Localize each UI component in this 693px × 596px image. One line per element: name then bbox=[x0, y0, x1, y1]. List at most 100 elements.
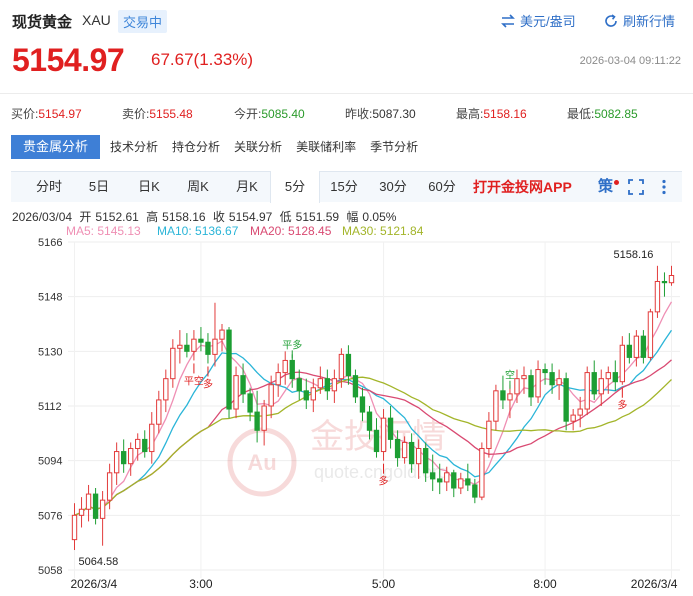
ohlc-info: 2026/03/04 开 5152.61 高 5158.16 收 5154.97 低5… bbox=[12, 208, 400, 225]
candle bbox=[591, 360, 597, 400]
candle bbox=[324, 369, 331, 400]
open-app-link[interactable]: 打开金投网APP bbox=[473, 172, 572, 202]
candle bbox=[282, 351, 288, 385]
candle bbox=[451, 469, 457, 498]
notification-dot bbox=[614, 180, 619, 185]
candle bbox=[184, 333, 190, 358]
candle bbox=[507, 384, 513, 419]
candle bbox=[465, 463, 471, 492]
instrument-title: 现货黄金 bbox=[12, 14, 73, 31]
candle bbox=[331, 369, 338, 403]
period-tab-15min[interactable]: 15分 bbox=[326, 172, 362, 202]
tab-seasonal[interactable]: 季节分析 bbox=[363, 135, 425, 159]
signal-label: 空 bbox=[505, 369, 515, 382]
refresh-icon bbox=[605, 13, 617, 27]
candle bbox=[85, 484, 92, 522]
high-price-label: 5158.16 bbox=[614, 249, 654, 261]
candle bbox=[71, 503, 78, 551]
candle bbox=[563, 372, 569, 431]
candle bbox=[528, 369, 534, 406]
fullscreen-icon[interactable] bbox=[628, 172, 644, 202]
y-axis: 5166 5148 5130 5112 5094 5076 5058 bbox=[38, 237, 62, 577]
quote-bid: 买价:5154.97 bbox=[11, 107, 82, 121]
divider bbox=[0, 93, 693, 94]
candle bbox=[514, 369, 520, 403]
period-tab-daily[interactable]: 日K bbox=[128, 172, 170, 202]
period-tab-5min[interactable]: 5分 bbox=[270, 171, 320, 203]
candle bbox=[261, 399, 267, 446]
open-label: 开 bbox=[79, 210, 92, 224]
candle bbox=[535, 360, 541, 403]
y-tick-label: 5094 bbox=[38, 456, 62, 468]
svg-text:Au: Au bbox=[247, 450, 276, 475]
x-tick-label: 2026/3/4 bbox=[71, 577, 118, 591]
quote-ask: 卖价:5155.48 bbox=[122, 107, 193, 121]
x-tick-label: 2026/3/4 bbox=[631, 577, 678, 591]
period-tabs: 分时 5日 日K 周K 月K 5分 15分 30分 60分 打开金投网APP 策 bbox=[11, 171, 682, 203]
y-tick-label: 5166 bbox=[38, 237, 62, 249]
y-tick-label: 5076 bbox=[38, 510, 62, 522]
candle bbox=[170, 339, 176, 388]
y-tick-label: 5058 bbox=[38, 565, 62, 577]
candle bbox=[626, 333, 633, 364]
candle bbox=[458, 472, 464, 495]
instrument-code: XAU bbox=[82, 12, 111, 28]
currency-unit-button[interactable]: 美元/盎司 bbox=[500, 11, 576, 30]
period-tab-monthly[interactable]: 月K bbox=[226, 172, 268, 202]
candle bbox=[205, 333, 211, 364]
quote-open: 今开:5085.40 bbox=[234, 107, 305, 121]
swap-icon bbox=[501, 13, 515, 28]
x-tick-label: 8:00 bbox=[533, 577, 557, 591]
candle bbox=[226, 327, 232, 419]
period-tab-weekly[interactable]: 周K bbox=[177, 172, 219, 202]
candle bbox=[149, 412, 155, 464]
last-price: 5154.97 bbox=[12, 42, 125, 78]
trading-status-badge: 交易中 bbox=[118, 10, 168, 33]
high-value: 5158.16 bbox=[162, 210, 206, 224]
analysis-tabs: 贵金属分析 技术分析 持仓分析 关联分析 美联储利率 季节分析 bbox=[11, 135, 425, 159]
candle bbox=[352, 369, 359, 403]
strategy-icon[interactable]: 策 bbox=[598, 172, 619, 202]
candle bbox=[303, 378, 309, 410]
period-tab-30min[interactable]: 30分 bbox=[375, 172, 411, 202]
refresh-label: 刷新行情 bbox=[623, 14, 676, 29]
candle bbox=[120, 439, 127, 473]
candle bbox=[113, 442, 120, 485]
signal-label: 平多 bbox=[282, 338, 302, 351]
candle bbox=[78, 497, 85, 528]
refresh-button[interactable]: 刷新行情 bbox=[603, 11, 675, 30]
tab-correlation[interactable]: 关联分析 bbox=[227, 135, 289, 159]
quote-prev-close: 昨收:5087.30 bbox=[345, 107, 416, 121]
low-price-label: 5064.58 bbox=[79, 556, 119, 568]
signal-label: 多 bbox=[203, 377, 213, 390]
x-tick-label: 5:00 bbox=[372, 577, 396, 591]
period-tab-intraday[interactable]: 分时 bbox=[28, 172, 70, 202]
tab-technical[interactable]: 技术分析 bbox=[103, 135, 165, 159]
candle bbox=[99, 491, 106, 546]
header: 现货黄金 XAU 交易中 美元/盎司 刷新行情 bbox=[0, 0, 693, 38]
signal-label: 多 bbox=[379, 475, 389, 488]
candle bbox=[219, 324, 225, 352]
amplitude-label: 幅 bbox=[346, 210, 359, 224]
tab-positions[interactable]: 持仓分析 bbox=[165, 135, 227, 159]
candle bbox=[233, 366, 239, 419]
candle bbox=[612, 360, 618, 391]
candle bbox=[212, 302, 218, 367]
period-tab-5day[interactable]: 5日 bbox=[78, 172, 120, 202]
ohlc-date: 2026/03/04 bbox=[12, 210, 73, 224]
currency-unit-label: 美元/盎司 bbox=[520, 14, 576, 29]
amplitude-value: 0.05% bbox=[362, 210, 397, 224]
candle bbox=[486, 412, 492, 458]
candle bbox=[275, 363, 281, 397]
tab-precious-metals[interactable]: 贵金属分析 bbox=[11, 135, 101, 159]
candles bbox=[71, 265, 675, 551]
quote-low: 最低:5082.85 bbox=[567, 107, 638, 121]
candle bbox=[240, 363, 246, 403]
candlestick-chart[interactable]: Au 金投行情 quote.cngold.org 516651485130511… bbox=[0, 236, 693, 596]
more-options-icon[interactable] bbox=[661, 172, 667, 202]
candle bbox=[479, 442, 485, 501]
signal-label: 多 bbox=[617, 399, 627, 412]
period-tab-60min[interactable]: 60分 bbox=[424, 172, 460, 202]
tab-fed-rate[interactable]: 美联储利率 bbox=[289, 135, 363, 159]
candle bbox=[661, 272, 668, 297]
